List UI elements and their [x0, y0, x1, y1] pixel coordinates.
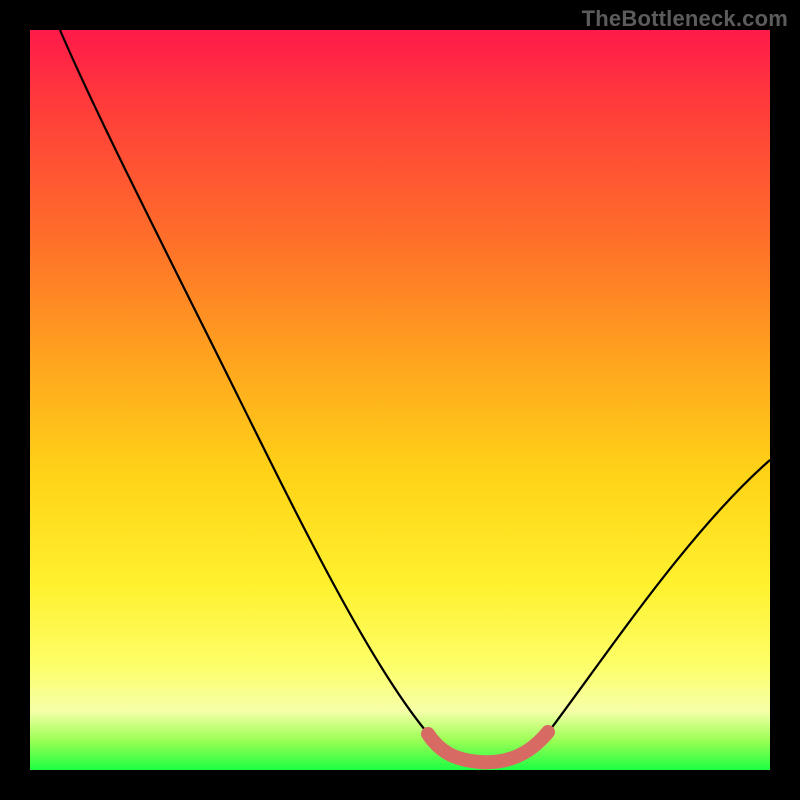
watermark-text: TheBottleneck.com	[582, 6, 788, 32]
curve-layer	[30, 30, 770, 770]
bottleneck-curve	[60, 30, 770, 762]
chart-frame: TheBottleneck.com	[0, 0, 800, 800]
optimal-range-highlight	[428, 732, 548, 762]
plot-area	[30, 30, 770, 770]
